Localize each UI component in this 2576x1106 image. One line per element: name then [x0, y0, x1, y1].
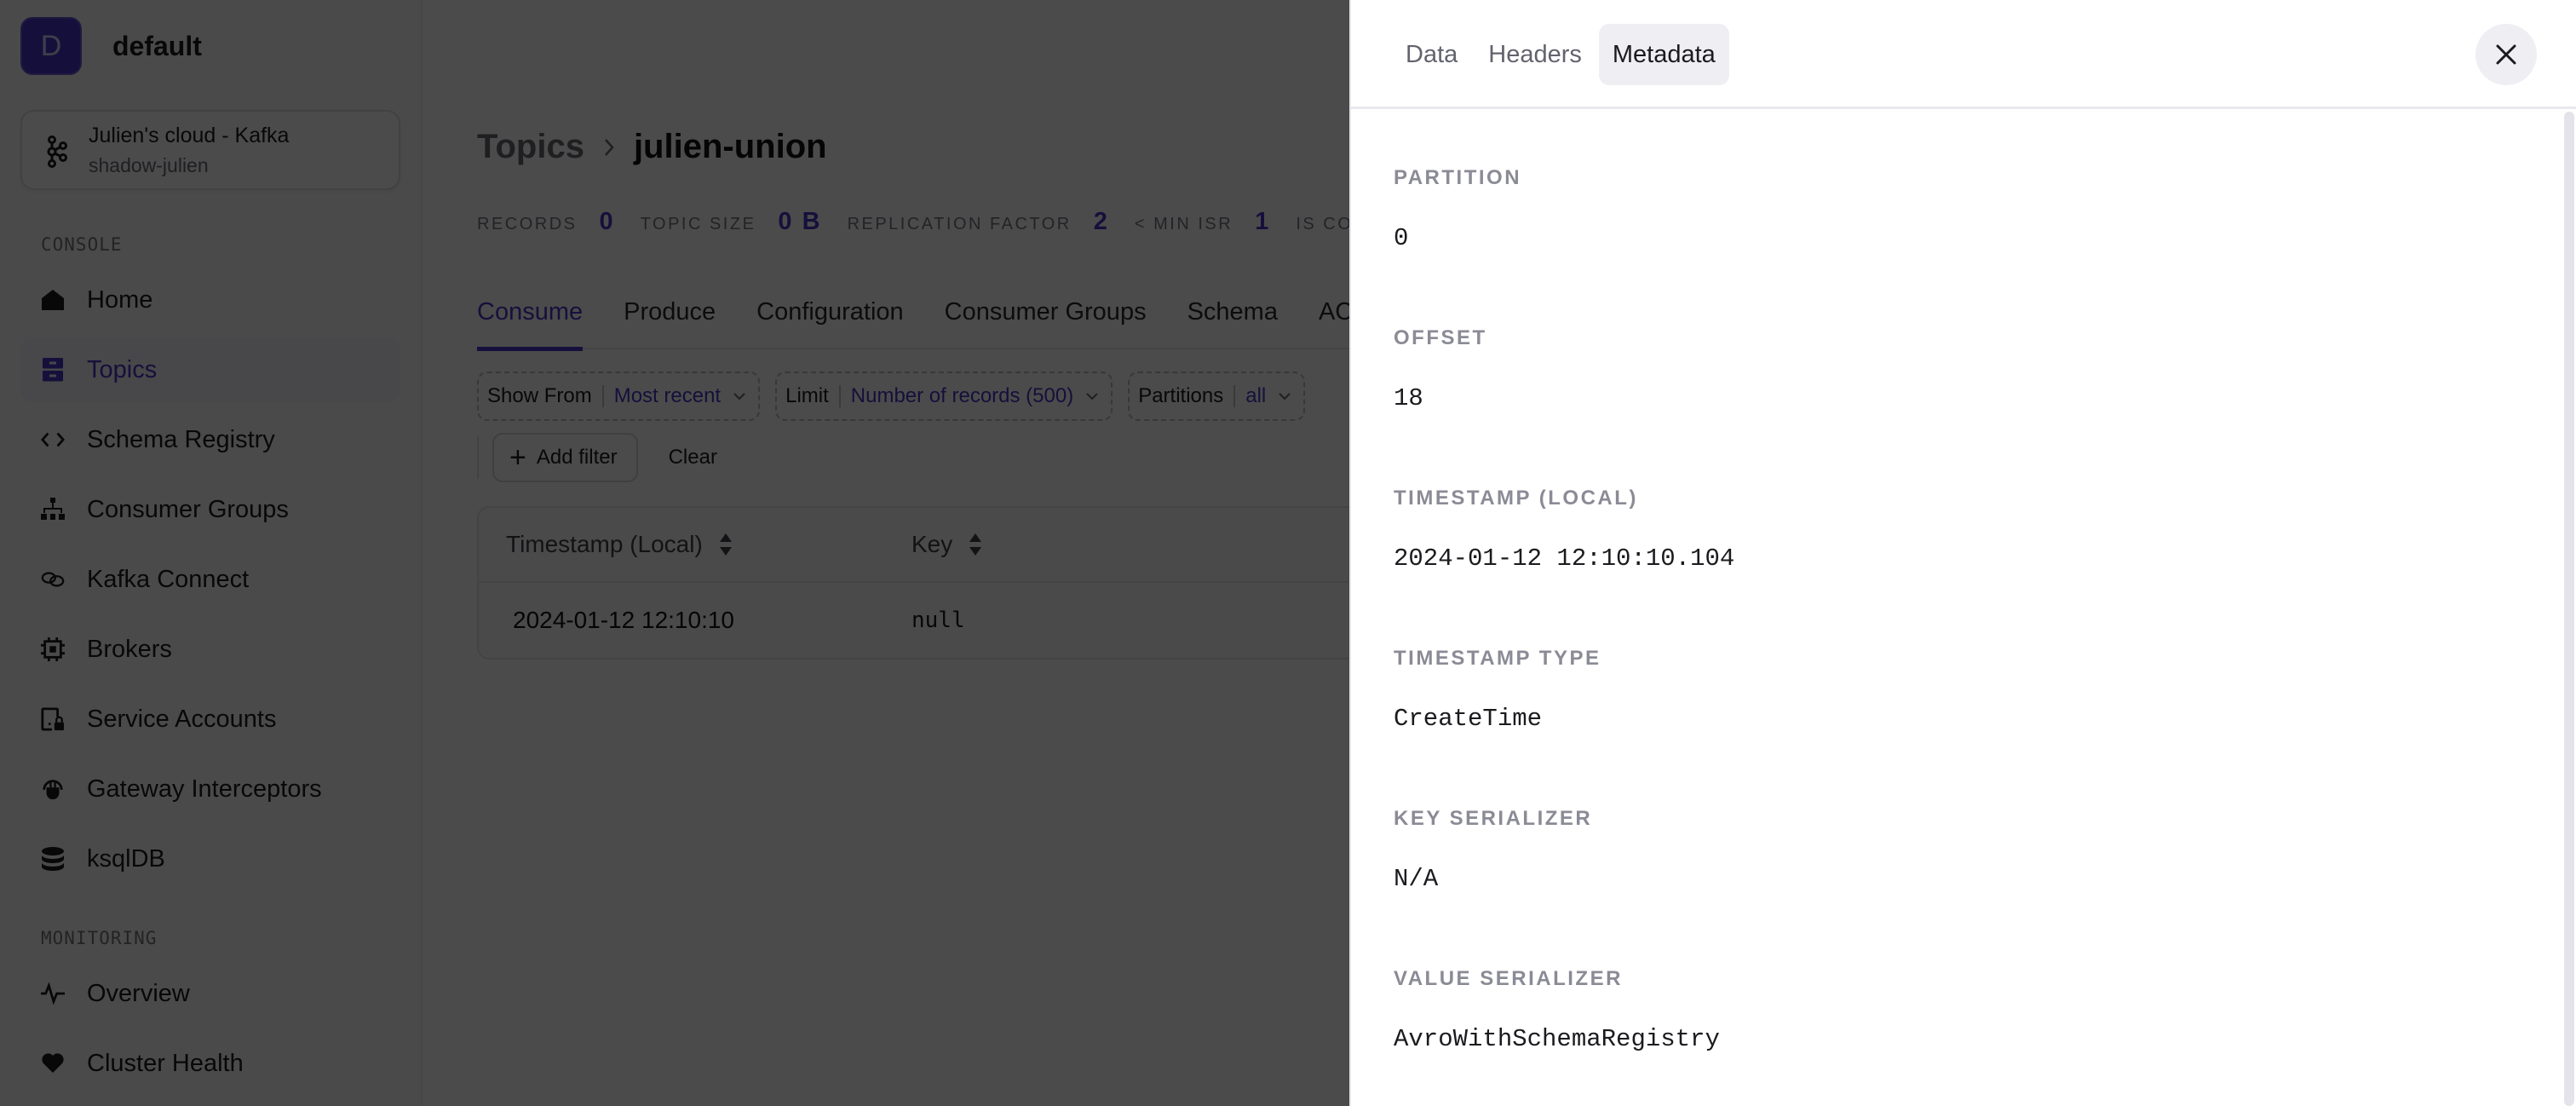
metadata-panel: PARTITION 0 OFFSET 18 TIMESTAMP (LOCAL) … — [1351, 112, 2576, 1106]
meta-value: 0 — [1394, 224, 1409, 252]
meta-label: TIMESTAMP (LOCAL) — [1394, 487, 1638, 510]
meta-label: KEY SERIALIZER — [1394, 807, 1593, 830]
tab-headers[interactable]: Headers — [1475, 24, 1596, 85]
meta-label: PARTITION — [1394, 166, 1522, 189]
drawer-header: Data Headers Metadata — [1351, 0, 2576, 109]
meta-field-timestamp-type: TIMESTAMP TYPE CreateTime — [1394, 647, 1601, 733]
meta-label: VALUE SERIALIZER — [1394, 967, 1623, 990]
meta-value: 18 — [1394, 384, 1423, 412]
close-icon — [2496, 44, 2516, 65]
modal-backdrop[interactable] — [0, 0, 1349, 1106]
meta-field-timestamp-local: TIMESTAMP (LOCAL) 2024-01-12 12:10:10.10… — [1394, 487, 1734, 573]
tab-data[interactable]: Data — [1392, 24, 1471, 85]
meta-field-value-serializer: VALUE SERIALIZER AvroWithSchemaRegistry — [1394, 967, 1720, 1053]
meta-field-offset: OFFSET 18 — [1394, 326, 1487, 412]
record-detail-drawer: Data Headers Metadata PARTITION 0 OFFSET… — [1349, 0, 2576, 1106]
drawer-scrollbar[interactable] — [2564, 112, 2574, 1106]
tab-metadata[interactable]: Metadata — [1598, 24, 1729, 85]
meta-value: 2024-01-12 12:10:10.104 — [1394, 544, 1735, 573]
meta-field-partition: PARTITION 0 — [1394, 166, 1521, 252]
meta-field-key-serializer: KEY SERIALIZER N/A — [1394, 807, 1592, 893]
meta-label: TIMESTAMP TYPE — [1394, 647, 1601, 670]
drawer-tabs: Data Headers Metadata — [1392, 24, 1733, 85]
meta-value: AvroWithSchemaRegistry — [1394, 1025, 1720, 1053]
meta-label: OFFSET — [1394, 326, 1487, 349]
close-button[interactable] — [2475, 24, 2537, 85]
meta-value: CreateTime — [1394, 705, 1543, 733]
meta-value: N/A — [1394, 865, 1439, 893]
